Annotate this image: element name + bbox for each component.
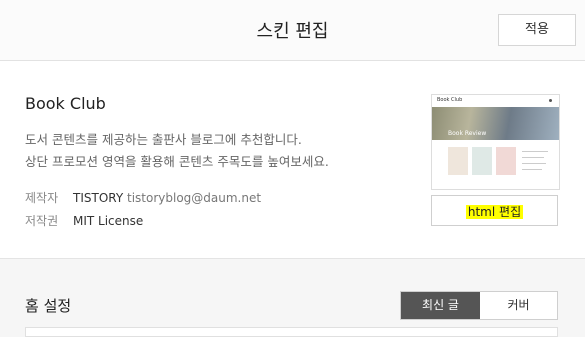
- skin-info-panel: Book Club 도서 콘텐츠를 제공하는 출판사 블로그에 추천합니다. 상…: [0, 61, 585, 259]
- skin-preview-thumbnail: Book Club Book Review: [431, 94, 560, 190]
- preview-top-bar: Book Club: [432, 95, 559, 107]
- preview-menu-icon: [549, 99, 552, 102]
- preview-hero-text: Book Review: [448, 130, 487, 137]
- author-email: tistoryblog@daum.net: [127, 191, 262, 205]
- skin-name: Book Club: [25, 94, 106, 113]
- preview-text-line: [522, 157, 544, 158]
- license-row: 저작권 MIT License: [25, 212, 143, 229]
- home-settings-title: 홈 설정: [25, 297, 72, 315]
- author-name: TISTORY: [73, 191, 124, 205]
- license-label: 저작권: [25, 214, 59, 228]
- preview-text-line: [522, 151, 548, 152]
- license-value: MIT License: [73, 214, 144, 228]
- preview-card: [496, 147, 516, 175]
- top-header: 스킨 편집 적용: [0, 0, 585, 61]
- tab-cover[interactable]: 커버: [480, 292, 557, 319]
- apply-button[interactable]: 적용: [498, 14, 576, 46]
- home-settings-tabs: 최신 글 커버: [400, 291, 558, 320]
- skin-description-line-1: 도서 콘텐츠를 제공하는 출판사 블로그에 추천합니다.: [25, 132, 302, 147]
- tab-latest-posts[interactable]: 최신 글: [401, 292, 480, 319]
- preview-top-text: Book Club: [437, 97, 463, 103]
- html-edit-button[interactable]: html 편집: [431, 195, 558, 226]
- skin-description-line-2: 상단 프로모션 영역을 활용해 콘텐츠 주목도를 높여보세요.: [25, 154, 329, 169]
- preview-card: [472, 147, 492, 175]
- preview-text-line: [522, 169, 542, 170]
- skin-description: 도서 콘텐츠를 제공하는 출판사 블로그에 추천합니다. 상단 프로모션 영역을…: [25, 129, 329, 173]
- preview-card: [448, 147, 468, 175]
- preview-hero-banner: Book Review: [432, 107, 559, 140]
- preview-text-line: [522, 163, 546, 164]
- home-settings-content-box: [25, 327, 558, 337]
- author-row: 제작자 TISTORY tistoryblog@daum.net: [25, 189, 261, 206]
- html-edit-label: html 편집: [465, 205, 524, 219]
- author-label: 제작자: [25, 191, 59, 205]
